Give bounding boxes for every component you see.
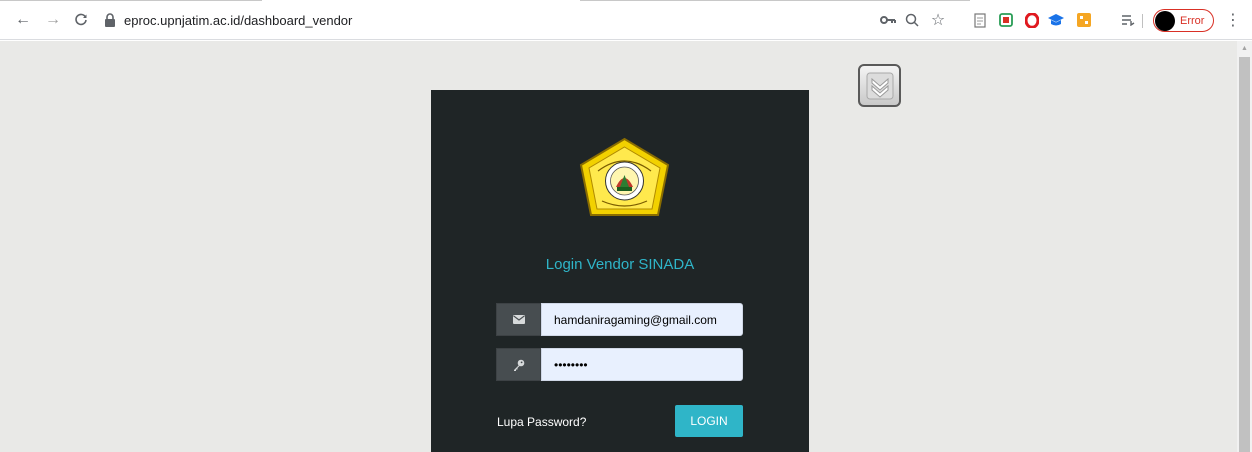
- toolbar-separator: [1142, 14, 1143, 28]
- address-bar[interactable]: eproc.upnjatim.ac.id/dashboard_vendor: [104, 8, 352, 32]
- forward-button[interactable]: →: [42, 9, 64, 31]
- screen-icon: [999, 13, 1013, 27]
- key-icon: [496, 348, 541, 381]
- reload-button[interactable]: [70, 9, 92, 31]
- arrow-left-icon: ←: [15, 11, 31, 28]
- extension-screen[interactable]: [996, 10, 1016, 30]
- profile-error-button[interactable]: Error: [1153, 9, 1214, 32]
- vertical-scrollbar[interactable]: ▲: [1237, 41, 1252, 452]
- playlist-icon: [1122, 15, 1135, 26]
- bookmark-button[interactable]: ☆: [928, 10, 948, 30]
- opera-icon: [1025, 12, 1039, 28]
- tab-strip-edge: [580, 0, 970, 1]
- star-icon: ☆: [930, 12, 946, 29]
- url-text: eproc.upnjatim.ac.id/dashboard_vendor: [124, 12, 353, 28]
- envelope-icon: [496, 303, 541, 336]
- extension-reader[interactable]: [970, 10, 990, 30]
- avatar: [1155, 10, 1175, 31]
- login-button[interactable]: LOGIN: [675, 405, 743, 437]
- reading-list-button[interactable]: [1118, 10, 1138, 30]
- password-key-button[interactable]: [878, 10, 898, 30]
- university-logo: [579, 137, 670, 216]
- tab-strip-edge: [0, 0, 262, 1]
- scroll-down-widget-button[interactable]: [858, 64, 901, 107]
- back-button[interactable]: ←: [12, 9, 34, 31]
- document-icon: [974, 12, 986, 28]
- graduation-cap-icon: [1048, 14, 1064, 26]
- forgot-password-link[interactable]: Lupa Password?: [497, 415, 586, 429]
- email-field-group: [496, 303, 743, 336]
- password-field-group: [496, 348, 743, 381]
- scroll-up-arrow-icon[interactable]: ▲: [1237, 41, 1252, 55]
- password-input[interactable]: [541, 348, 743, 381]
- profile-status-label: Error: [1180, 14, 1205, 27]
- scrollbar-thumb[interactable]: [1239, 57, 1250, 452]
- kebab-menu-icon: ⋮: [1225, 12, 1241, 29]
- login-panel: Login Vendor SINADA Lupa Password? LOGIN: [431, 90, 809, 452]
- puzzle-icon: [1077, 13, 1091, 27]
- zoom-button[interactable]: [902, 10, 922, 30]
- email-input[interactable]: [541, 303, 743, 336]
- extension-graduate[interactable]: [1046, 10, 1066, 30]
- browser-toolbar: ← → eproc.upnjatim.ac.id/dashboard_vendo…: [0, 0, 1252, 40]
- extension-opera[interactable]: [1022, 10, 1042, 30]
- lock-icon: [105, 13, 115, 27]
- browser-menu-button[interactable]: ⋮: [1225, 10, 1241, 30]
- extension-orange[interactable]: [1074, 10, 1094, 30]
- magnifier-icon: [905, 13, 919, 27]
- arrow-right-icon: →: [45, 11, 61, 28]
- reload-icon: [75, 13, 87, 26]
- login-title: Login Vendor SINADA: [545, 256, 695, 273]
- key-icon: [880, 16, 896, 24]
- double-chevron-down-icon: [866, 72, 893, 99]
